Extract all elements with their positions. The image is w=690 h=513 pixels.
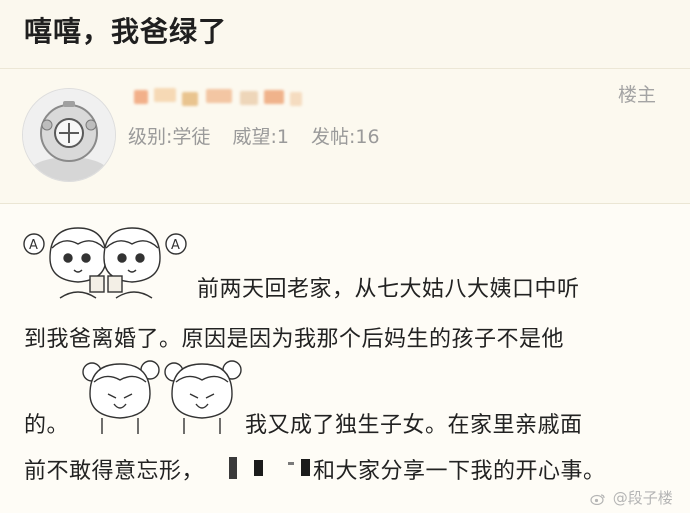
watermark: @段子楼 [590,487,673,508]
redaction-mark [288,462,294,465]
content-line: 和大家分享一下我的开心事。 [313,459,606,484]
prestige-label: 威望:1 [232,126,289,148]
avatar[interactable] [22,88,116,182]
level-label: 级别:学徒 [128,126,211,148]
content-line: 的。 [24,413,70,438]
svg-text:A: A [171,238,180,253]
redaction-mark [254,460,263,476]
title-bar: 嘻嘻，我爸绿了 [0,0,690,62]
twin-girls-sticker-icon [82,360,242,434]
content-line: 前不敢得意忘形， [24,459,205,484]
content-line: 前两天回老家，从七大姑八大姨口中听 [197,277,580,302]
weibo-logo-icon [590,493,605,505]
svg-text:A: A [29,238,38,253]
diving-helmet-avatar-icon [23,89,115,181]
content-line: 到我爸离婚了。原因是因为我那个后妈生的孩子不是他 [24,327,565,352]
watermark-text: @段子楼 [612,489,673,507]
redaction-mark [301,459,310,476]
content-line: 我又成了独生子女。在家里亲戚面 [245,413,583,438]
op-badge: 楼主 [618,84,657,106]
username-redacted [130,86,330,110]
author-stats: 级别:学徒 威望:1 发帖:16 [128,122,380,149]
redaction-mark [229,457,237,479]
twin-girls-sticker-icon: A A [23,227,187,299]
post-title: 嘻嘻，我爸绿了 [24,15,228,48]
posts-count-label: 发帖:16 [311,126,380,148]
